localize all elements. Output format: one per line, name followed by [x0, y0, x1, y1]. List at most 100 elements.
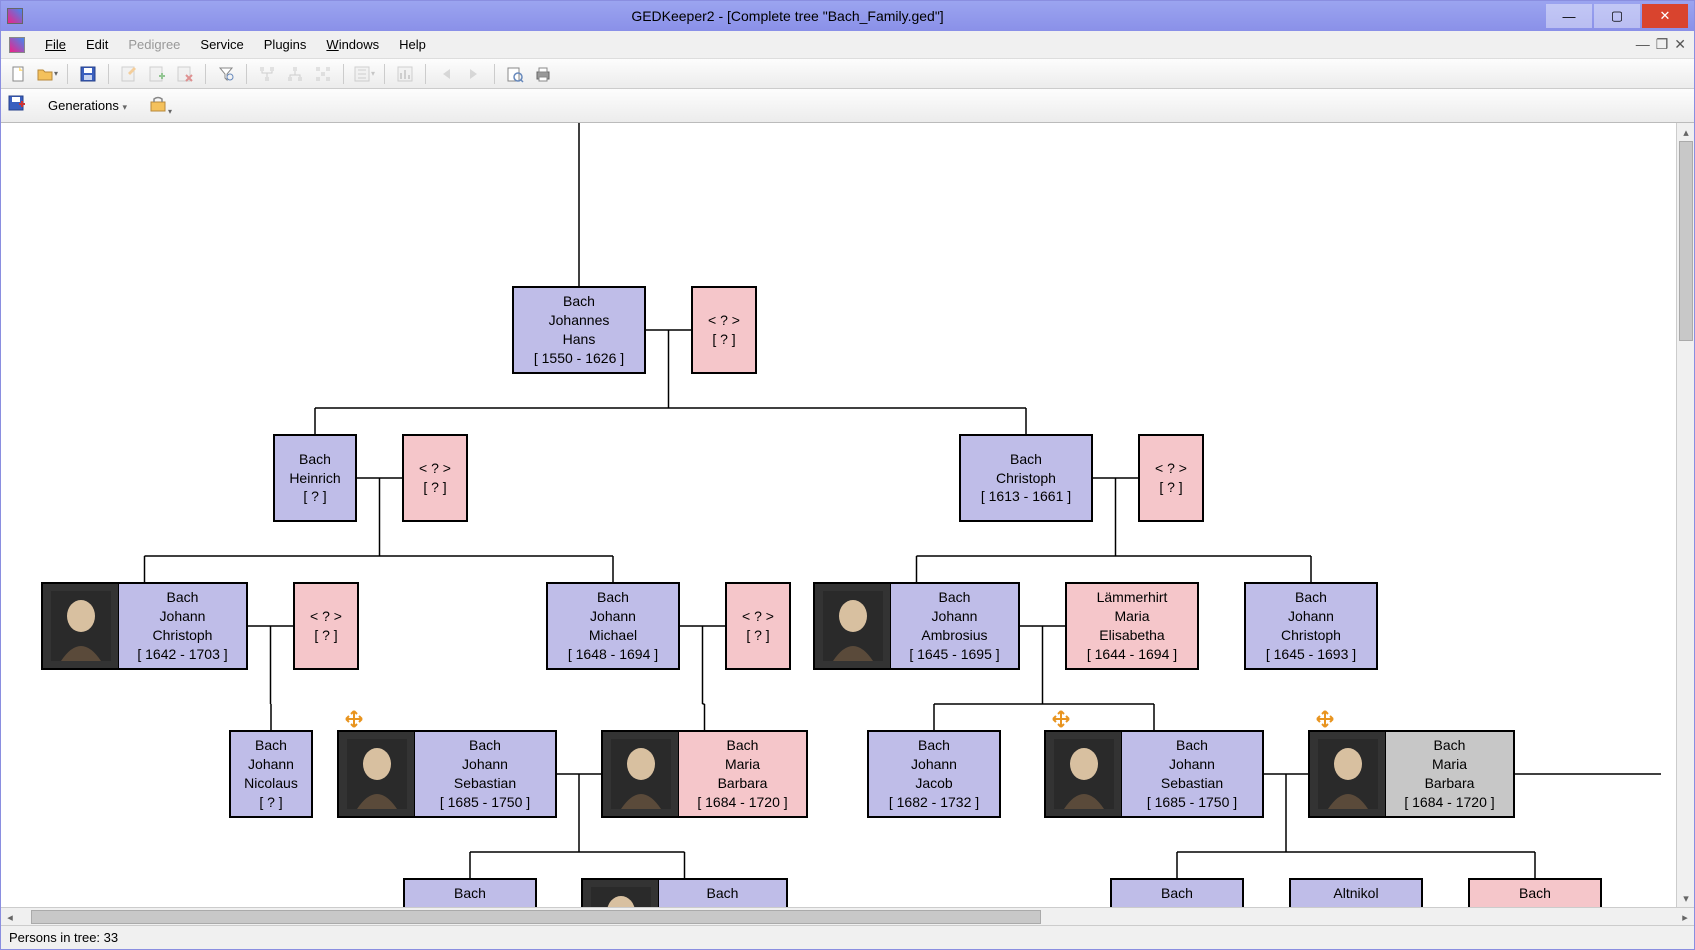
person-info: BachJohannSebastian[ 1685 - 1750 ]: [1122, 732, 1262, 816]
mdi-minimize-icon[interactable]: —: [1636, 36, 1650, 53]
generations-dropdown[interactable]: Generations ▾: [39, 93, 136, 118]
portrait-image: [1046, 732, 1122, 816]
scroll-right-icon[interactable]: ▸: [1676, 908, 1694, 926]
person-node[interactable]: BachJohannSebastian[ 1685 - 1750 ]: [337, 730, 557, 818]
person-node[interactable]: AltnikolJohannChristoph[ 1720 - 1759 ]: [1289, 878, 1423, 907]
bookmark-icon: [1052, 710, 1070, 728]
portrait-image: [583, 880, 659, 907]
person-node[interactable]: < ? >[ ? ]: [293, 582, 359, 670]
portrait-image: [339, 732, 415, 816]
statusbar: Persons in tree: 33: [1, 925, 1694, 949]
minimize-button[interactable]: —: [1546, 4, 1592, 28]
person-node[interactable]: BachHeinrich[ ? ]: [273, 434, 357, 522]
person-info: BachChristoph[ 1613 - 1661 ]: [961, 436, 1091, 520]
person-node[interactable]: BachWilhelmFriedemann[ 1710 - 1784 ]: [403, 878, 537, 907]
portrait-image: [43, 584, 119, 668]
tree-both-button[interactable]: [311, 62, 335, 86]
menu-edit[interactable]: Edit: [76, 33, 118, 56]
person-node[interactable]: BachJohannJacob[ 1682 - 1732 ]: [867, 730, 1001, 818]
bookmark-icon: [345, 710, 363, 728]
person-info: < ? >[ ? ]: [295, 584, 357, 668]
person-info: BachWilhelmFriedemann[ 1710 - 1784 ]: [405, 880, 535, 907]
delete-record-button[interactable]: [173, 62, 197, 86]
mdi-restore-icon[interactable]: ❐: [1656, 36, 1669, 53]
person-node[interactable]: BachJohannAmbrosius[ 1645 - 1695 ]: [813, 582, 1020, 670]
person-node[interactable]: BachJohannChristoph[ 1642 - 1703 ]: [41, 582, 248, 670]
new-file-button[interactable]: [7, 62, 31, 86]
person-info: BachJohannChristoph[ 1645 - 1693 ]: [1246, 584, 1376, 668]
person-node[interactable]: < ? >[ ? ]: [725, 582, 791, 670]
person-node[interactable]: < ? >[ ? ]: [402, 434, 468, 522]
close-button[interactable]: ✕: [1642, 4, 1688, 28]
person-node[interactable]: BachJohannNicolaus[ ? ]: [229, 730, 313, 818]
open-file-button[interactable]: ▾: [35, 62, 59, 86]
nav-forward-button[interactable]: [462, 62, 486, 86]
save-button[interactable]: [76, 62, 100, 86]
person-node[interactable]: BachJohannChristoph[ 1645 - 1693 ]: [1244, 582, 1378, 670]
person-node[interactable]: LämmerhirtMariaElisabetha[ 1644 - 1694 ]: [1065, 582, 1199, 670]
save-image-button[interactable]: [7, 94, 27, 117]
main-toolbar: ▾ ▾: [1, 59, 1694, 89]
portrait-image: [603, 732, 679, 816]
person-node[interactable]: BachGottfriedHeinrich[ 1724 - 1763 ]: [1110, 878, 1244, 907]
person-info: BachJohannMichael[ 1648 - 1694 ]: [548, 584, 678, 668]
add-record-button[interactable]: [145, 62, 169, 86]
mdi-close-icon[interactable]: ✕: [1674, 36, 1686, 53]
nav-back-button[interactable]: [434, 62, 458, 86]
person-info: BachJohannChristoph[ 1642 - 1703 ]: [119, 584, 246, 668]
person-info: < ? >[ ? ]: [727, 584, 789, 668]
vscroll-thumb[interactable]: [1679, 141, 1693, 341]
person-info: BachJohannesHans[ 1550 - 1626 ]: [514, 288, 644, 372]
tree-canvas-area[interactable]: BachJohannesHans[ 1550 - 1626 ] < ? >[ ? …: [1, 123, 1694, 907]
person-info: BachJohannNicolaus[ ? ]: [231, 732, 311, 816]
person-node[interactable]: BachJohannesHans[ 1550 - 1626 ]: [512, 286, 646, 374]
menu-windows[interactable]: Windows: [316, 33, 389, 56]
menubar: File Edit Pedigree Service Plugins Windo…: [1, 31, 1694, 59]
filter-button[interactable]: [214, 62, 238, 86]
horizontal-scrollbar[interactable]: ◂ ▸: [1, 907, 1694, 925]
person-info: < ? >[ ? ]: [693, 288, 755, 372]
maximize-button[interactable]: ▢: [1594, 4, 1640, 28]
menu-plugins[interactable]: Plugins: [254, 33, 317, 56]
app-icon-small: [9, 37, 25, 53]
person-info: LämmerhirtMariaElisabetha[ 1644 - 1694 ]: [1067, 584, 1197, 668]
person-node[interactable]: BachCarlPhilipp[ 1714 - 1788 ]: [581, 878, 788, 907]
hscroll-thumb[interactable]: [31, 910, 1041, 924]
person-node[interactable]: < ? >[ ? ]: [1138, 434, 1204, 522]
portrait-image: [815, 584, 891, 668]
print-button[interactable]: [531, 62, 555, 86]
stats-button[interactable]: [393, 62, 417, 86]
menu-file[interactable]: File: [35, 33, 76, 56]
vertical-scrollbar[interactable]: ▴ ▾: [1676, 123, 1694, 907]
person-info: BachElisabethJuliane[ 1726 - 1781 ]: [1470, 880, 1600, 907]
person-node[interactable]: BachMariaBarbara[ 1684 - 1720 ]: [1308, 730, 1515, 818]
person-info: BachJohannAmbrosius[ 1645 - 1695 ]: [891, 584, 1018, 668]
titlebar: GEDKeeper2 - [Complete tree "Bach_Family…: [1, 1, 1694, 31]
person-node[interactable]: BachMariaBarbara[ 1684 - 1720 ]: [601, 730, 808, 818]
person-node[interactable]: BachElisabethJuliane[ 1726 - 1781 ]: [1468, 878, 1602, 907]
edit-record-button[interactable]: [117, 62, 141, 86]
tree-ancestors-button[interactable]: [255, 62, 279, 86]
person-info: BachHeinrich[ ? ]: [275, 436, 355, 520]
pedigree-button[interactable]: ▾: [352, 62, 376, 86]
bookmark-icon: [1316, 710, 1334, 728]
scroll-up-icon[interactable]: ▴: [1677, 123, 1694, 141]
window-title: GEDKeeper2 - [Complete tree "Bach_Family…: [29, 8, 1546, 24]
person-node[interactable]: BachJohannSebastian[ 1685 - 1750 ]: [1044, 730, 1264, 818]
person-node[interactable]: BachChristoph[ 1613 - 1661 ]: [959, 434, 1093, 522]
person-info: BachJohannSebastian[ 1685 - 1750 ]: [415, 732, 555, 816]
portrait-image: [1310, 732, 1386, 816]
person-info: AltnikolJohannChristoph[ 1720 - 1759 ]: [1291, 880, 1421, 907]
person-info: BachJohannJacob[ 1682 - 1732 ]: [869, 732, 999, 816]
person-node[interactable]: BachJohannMichael[ 1648 - 1694 ]: [546, 582, 680, 670]
person-info: BachMariaBarbara[ 1684 - 1720 ]: [679, 732, 806, 816]
scroll-down-icon[interactable]: ▾: [1677, 889, 1694, 907]
scroll-left-icon[interactable]: ◂: [1, 908, 19, 926]
menu-help[interactable]: Help: [389, 33, 436, 56]
person-node[interactable]: < ? >[ ? ]: [691, 286, 757, 374]
tree-descendants-button[interactable]: [283, 62, 307, 86]
menu-service[interactable]: Service: [190, 33, 253, 56]
preview-button[interactable]: [503, 62, 527, 86]
status-persons-count: Persons in tree: 33: [9, 930, 118, 945]
options-button[interactable]: ▾: [148, 94, 172, 117]
